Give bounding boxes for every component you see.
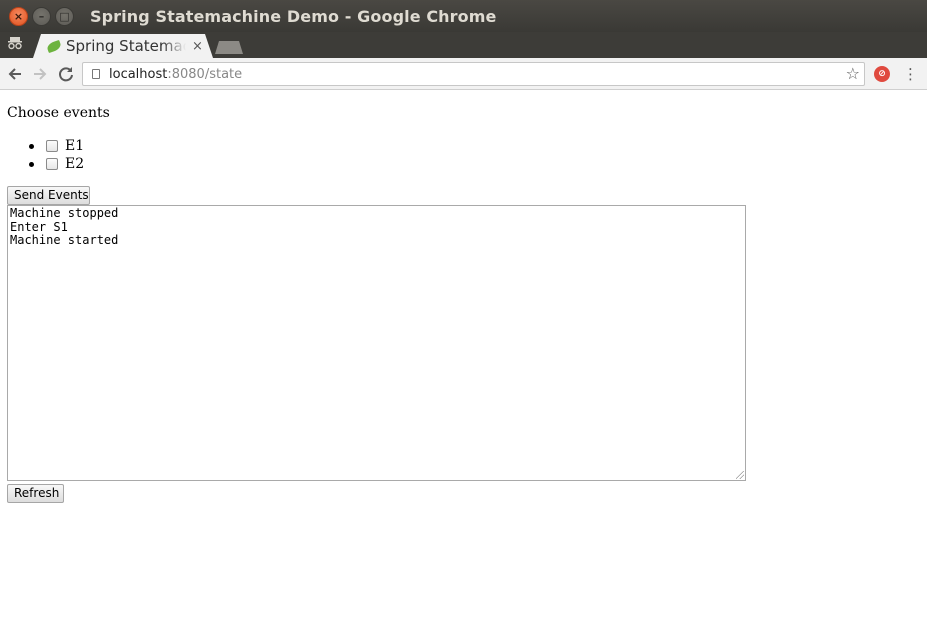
tab-title: Spring Statemachine Demo [66,37,186,55]
bookmark-star-icon[interactable]: ☆ [846,64,860,83]
log-line: Enter S1 [10,219,68,234]
menu-icon[interactable]: ⋮ [903,64,918,84]
event-checkbox-e2[interactable] [46,158,58,170]
page-icon [92,69,100,79]
page-content: Choose events E1 E2 Send Events Machine … [0,91,927,631]
window-close-button[interactable]: × [9,6,28,26]
url-text[interactable]: localhost:8080/state [109,67,242,82]
tab-spring-statemachine[interactable]: Spring Statemachine Demo × [33,34,213,58]
incognito-icon [5,36,25,54]
bullet [29,162,34,167]
list-item: E2 [29,155,85,173]
log-line: Machine started [10,233,119,247]
bullet [29,144,34,149]
event-list: E1 E2 [29,137,85,173]
tab-strip: Spring Statemachine Demo × [0,32,927,58]
window-minimize-button[interactable]: – [32,6,51,26]
url-path: :8080/state [167,66,243,82]
window-maximize-button[interactable]: □ [55,6,74,26]
new-tab-button[interactable] [215,41,243,54]
window-titlebar: × – □ Spring Statemachine Demo - Google … [0,0,927,32]
list-item: E1 [29,137,85,155]
window-title: Spring Statemachine Demo - Google Chrome [90,6,497,26]
tab-close-icon[interactable]: × [192,39,203,54]
send-events-button[interactable]: Send Events [7,186,90,205]
forward-icon[interactable] [29,63,51,85]
address-bar[interactable]: localhost:8080/state ☆ [82,62,865,86]
page-heading: Choose events [7,105,110,121]
spring-leaf-icon [45,39,63,53]
state-log-textarea[interactable]: Machine stopped Enter S1 Machine started [7,205,746,481]
event-label: E1 [65,138,85,154]
event-label: E2 [65,156,85,172]
event-checkbox-e1[interactable] [46,140,58,152]
resize-grip-icon[interactable] [736,471,744,479]
back-icon[interactable] [4,63,26,85]
extension-icon[interactable]: ⊘ [874,66,890,82]
window-controls: × – □ [9,6,74,26]
log-line: Machine stopped [10,206,119,220]
refresh-button[interactable]: Refresh [7,484,64,503]
browser-toolbar: localhost:8080/state ☆ ⊘ ⋮ [0,58,927,90]
url-host: localhost [109,66,168,82]
reload-icon[interactable] [55,63,77,85]
